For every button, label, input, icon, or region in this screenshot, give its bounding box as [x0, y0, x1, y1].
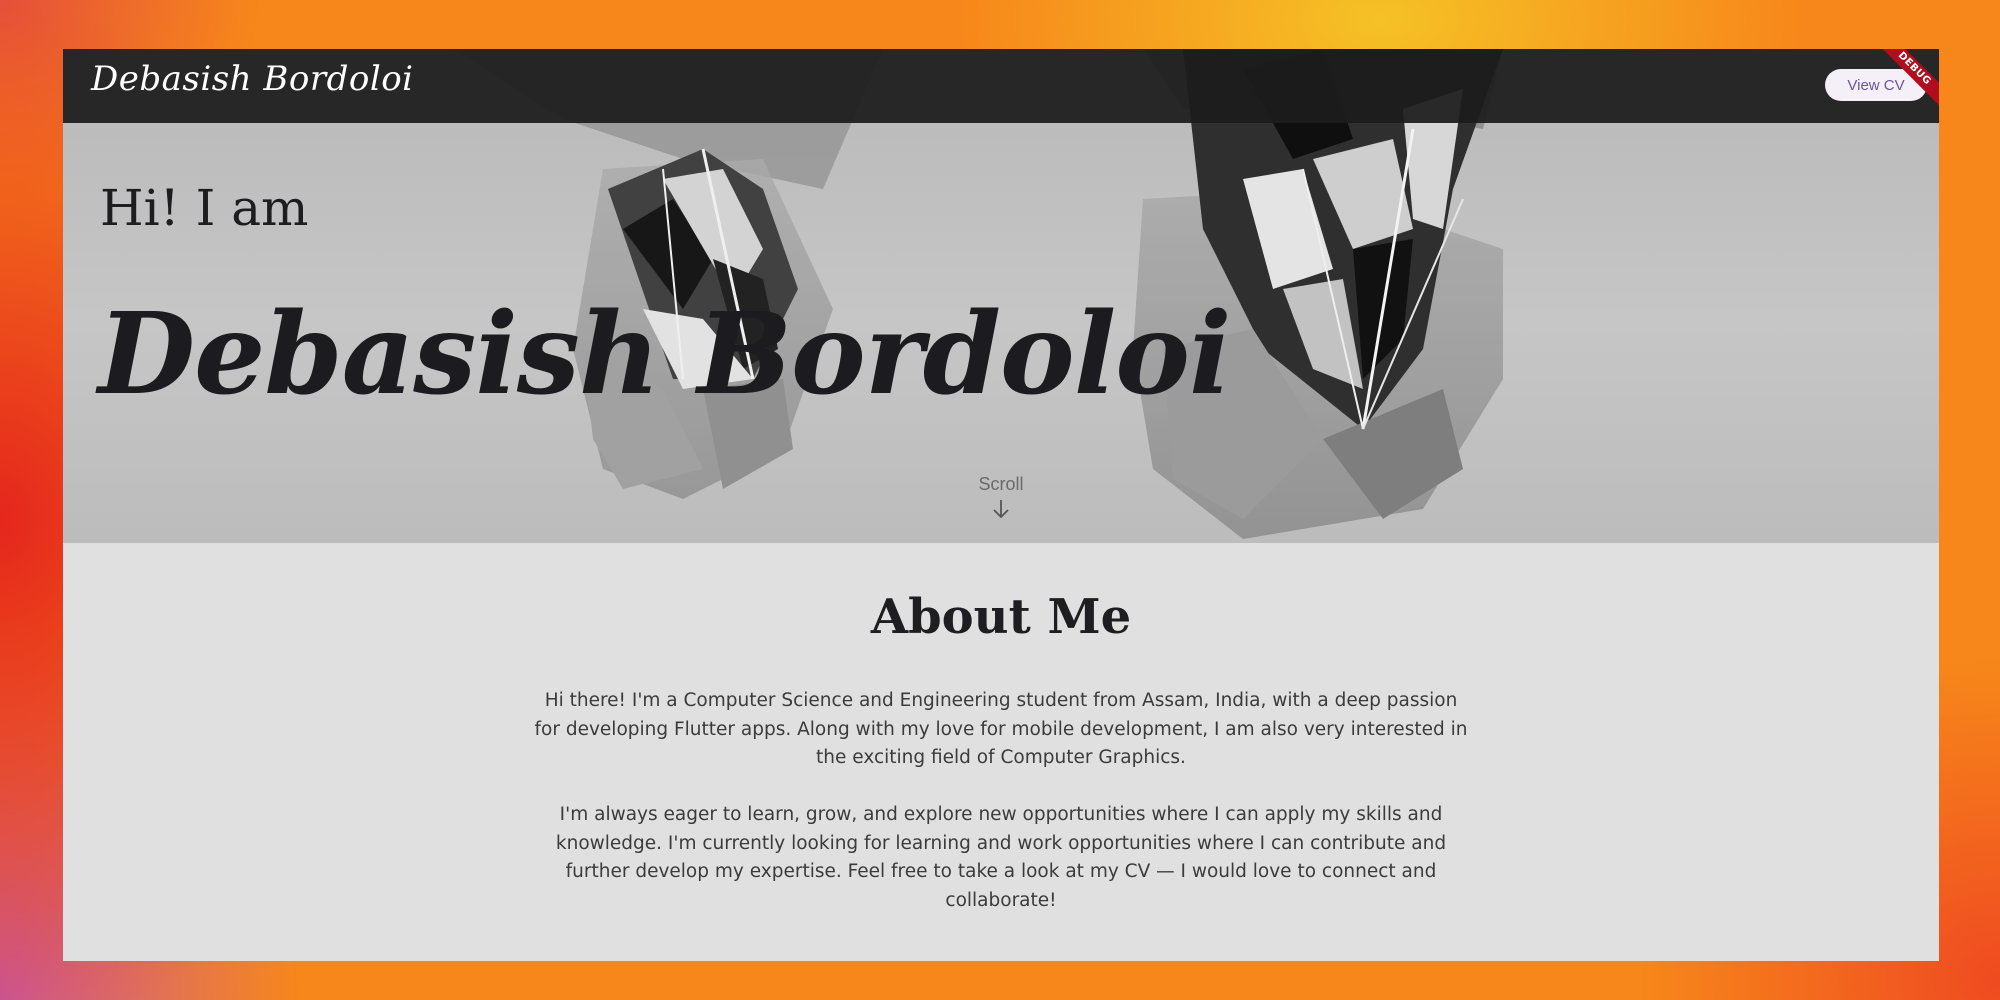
about-paragraph-2: I'm always eager to learn, grow, and exp…: [555, 804, 1447, 911]
scroll-label: Scroll: [978, 474, 1024, 494]
hero-name: Debasish Bordoloi: [98, 289, 1232, 420]
about-paragraph-1: Hi there! I'm a Computer Science and Eng…: [534, 690, 1468, 768]
about-title: About Me: [870, 589, 1132, 645]
app-window: Hi! I am Debasish Bordoloi Scroll Debasi…: [63, 49, 1939, 961]
app-bar: Debasish Bordoloi View CV: [63, 49, 1939, 123]
hero-greeting: Hi! I am: [100, 179, 309, 237]
brand-title[interactable]: Debasish Bordoloi: [91, 59, 414, 99]
hero-section: Hi! I am Debasish Bordoloi Scroll: [63, 49, 1939, 543]
arrow-down-icon[interactable]: [992, 498, 1010, 520]
